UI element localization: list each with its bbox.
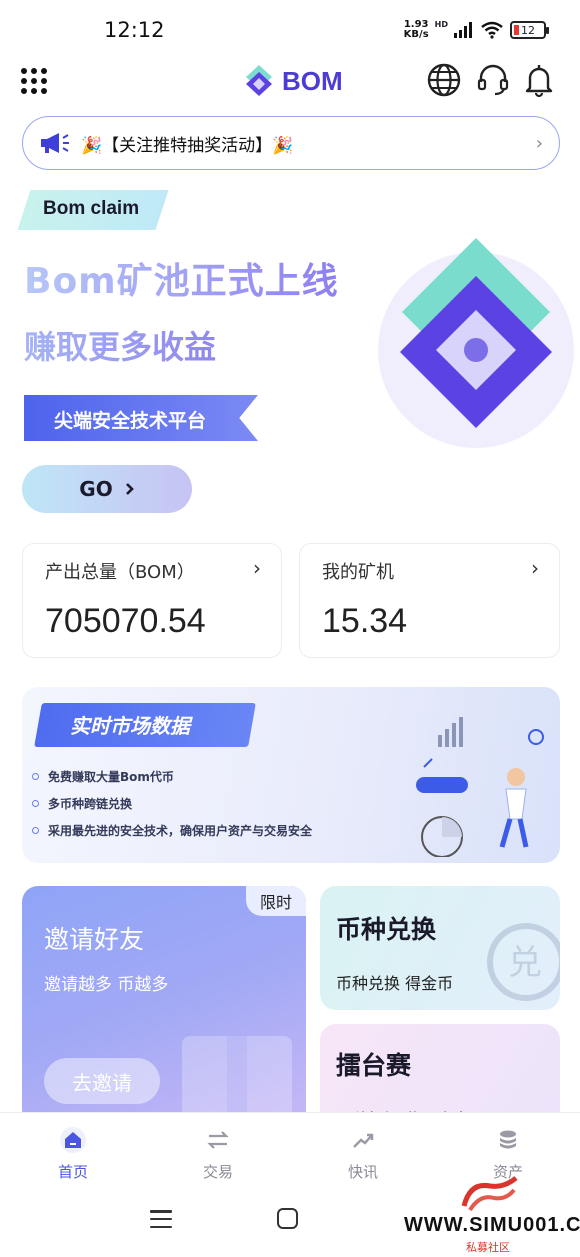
hero-title: Bom矿池正式上线	[24, 252, 339, 304]
market-points: 免费赚取大量Bom代币 多币种跨链兑换 采用最先进的安全技术，确保用户资产与交易…	[32, 763, 312, 844]
watermark-logo	[461, 1176, 518, 1212]
status-icons: 1.93 KB/s HD 12	[404, 20, 549, 40]
output-total-card[interactable]: 产出总量（BOM） › 705070.54	[22, 543, 282, 658]
tab-home[interactable]: 首页	[33, 1125, 113, 1182]
grid-menu-icon[interactable]	[21, 68, 47, 94]
market-point-text: 采用最先进的安全技术，确保用户资产与交易安全	[48, 824, 313, 838]
bom-hero-illustration	[378, 238, 574, 448]
hd-label: HD	[434, 20, 448, 29]
list-item: 免费赚取大量Bom代币	[32, 763, 312, 790]
hero-subtitle: 赚取更多收益	[24, 322, 216, 368]
battery-level	[514, 25, 519, 35]
brand: BOM	[244, 64, 343, 98]
home-icon	[58, 1125, 88, 1155]
market-data-banner[interactable]: 实时市场数据 免费赚取大量Bom代币 多币种跨链兑换 采用最先进的安全技术，确保…	[22, 687, 560, 863]
market-point-text: 多币种跨链兑换	[48, 797, 133, 811]
announcement-text: 🎉【关注推特抽奖活动】🎉	[81, 135, 294, 156]
hero-ribbon-text: 尖端安全技术平台	[54, 410, 207, 432]
hero-tag: Bom claim	[43, 198, 140, 219]
battery-percent: 12	[521, 23, 535, 37]
megaphone-icon	[41, 133, 69, 153]
invite-button[interactable]: 去邀请	[44, 1058, 160, 1104]
my-miner-value: 15.34	[322, 602, 408, 640]
watermark-subtext: 私募社区	[466, 1241, 510, 1254]
market-illustration	[416, 717, 544, 857]
coins-stack-icon	[493, 1125, 523, 1155]
chevron-right-icon: ›	[535, 133, 543, 154]
go-button[interactable]: GO	[22, 465, 192, 513]
coin-swap-card[interactable]: 兑 币种兑换 币种兑换 得金币	[320, 886, 560, 1010]
tab-home-label: 首页	[57, 1163, 88, 1181]
net-speed-unit: KB/s	[403, 29, 429, 40]
bom-logo-icon	[246, 65, 272, 96]
status-bar: 12:12 1.93 KB/s HD 12	[0, 0, 580, 56]
swap-icon: 兑	[487, 923, 560, 1001]
coin-swap-subtitle: 币种兑换 得金币	[336, 974, 454, 993]
tab-assets[interactable]: 资产	[468, 1125, 548, 1182]
home-button[interactable]	[277, 1208, 298, 1229]
app-header: BOM	[0, 56, 580, 108]
svg-text:兑: 兑	[508, 943, 542, 983]
status-time: 12:12	[104, 18, 165, 42]
tab-news-label: 快讯	[347, 1163, 378, 1181]
trend-icon	[348, 1125, 378, 1155]
globe-icon[interactable]	[426, 62, 462, 98]
invite-friends-card[interactable]: 限时 邀请好友 邀请越多 币越多 去邀请	[22, 886, 306, 1126]
bell-icon[interactable]	[521, 62, 557, 98]
wifi-icon	[481, 21, 503, 39]
invite-subtitle: 邀请越多 币越多	[44, 975, 169, 995]
output-total-label: 产出总量（BOM）	[45, 562, 195, 583]
go-button-label: GO	[79, 477, 113, 501]
tab-news[interactable]: 快讯	[323, 1125, 403, 1182]
exchange-icon	[203, 1125, 233, 1155]
arena-title: 擂台赛	[336, 1051, 412, 1080]
tab-trade-label: 交易	[202, 1163, 233, 1181]
list-item: 多币种跨链兑换	[32, 790, 312, 817]
headset-icon[interactable]	[475, 62, 511, 98]
output-total-value: 705070.54	[45, 602, 206, 640]
market-point-text: 免费赚取大量Bom代币	[48, 770, 174, 784]
list-item: 采用最先进的安全技术，确保用户资产与交易安全	[32, 817, 312, 844]
watermark-text: WWW.SIMU001.CN	[404, 1214, 580, 1236]
recent-apps-button[interactable]	[150, 1210, 172, 1228]
chevron-right-icon: ›	[531, 556, 539, 580]
my-miner-label: 我的矿机	[322, 562, 394, 583]
tab-trade[interactable]: 交易	[178, 1125, 258, 1182]
announcement-bar[interactable]: 🎉【关注推特抽奖活动】🎉 ›	[22, 116, 560, 170]
battery-icon: 12	[510, 21, 549, 39]
market-tag: 实时市场数据	[70, 714, 190, 738]
my-miner-card[interactable]: 我的矿机 › 15.34	[299, 543, 560, 658]
signal-icon	[454, 22, 472, 38]
gift-icon	[182, 1036, 292, 1126]
chevron-right-icon: ›	[253, 556, 261, 580]
brand-name: BOM	[282, 65, 343, 96]
invite-title: 邀请好友	[44, 925, 145, 954]
net-speed: 1.93 KB/s	[404, 20, 429, 40]
chevron-right-icon	[125, 483, 134, 495]
coin-swap-title: 币种兑换	[336, 915, 437, 944]
limited-time-badge: 限时	[246, 886, 306, 916]
